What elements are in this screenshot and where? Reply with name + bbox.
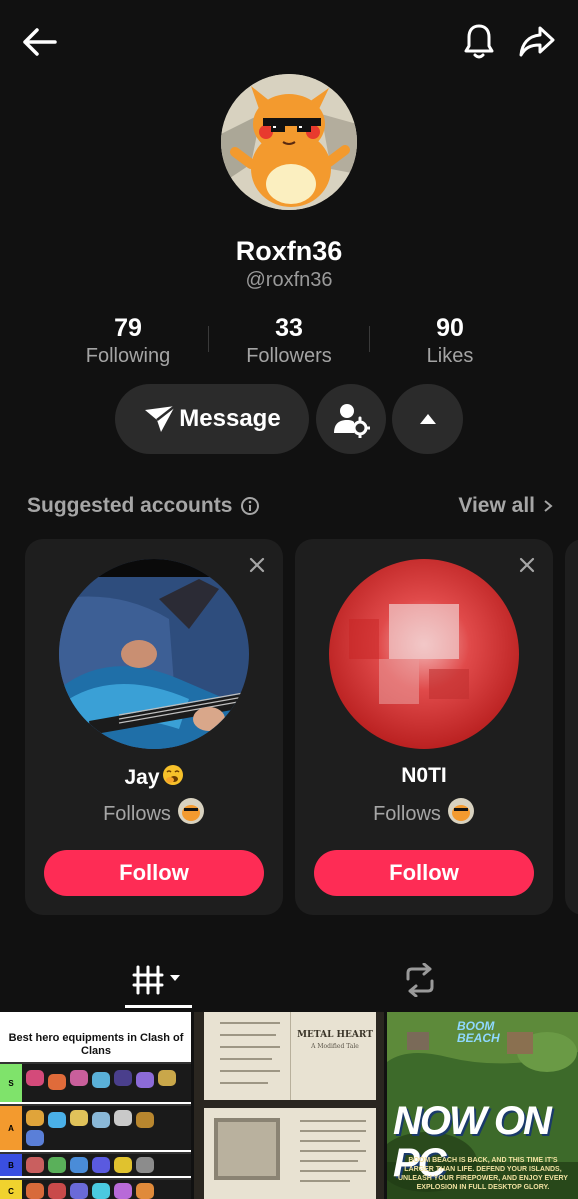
suggested-name: Jay xyxy=(25,764,283,792)
video-thumbnail[interactable]: Best hero equipments in Clash of Clans S… xyxy=(0,1012,191,1199)
username-handle: @roxfn36 xyxy=(245,269,333,291)
thumbnail-title: Best hero equipments in Clash of Clans xyxy=(8,1032,184,1057)
active-tab-indicator xyxy=(125,1005,192,1008)
document-page: METAL HEART A Modified Tale xyxy=(204,1012,376,1100)
likes-label: Likes xyxy=(426,345,474,367)
document-heading: METAL HEART xyxy=(297,1030,373,1040)
avatar-image xyxy=(221,74,357,210)
game-logo-line: BEACH xyxy=(457,1031,500,1045)
tier-label: S xyxy=(0,1064,22,1102)
tier-row: A xyxy=(0,1104,191,1150)
view-all-label: View all xyxy=(458,494,535,517)
bell-icon xyxy=(464,24,494,59)
notification-bell-button[interactable] xyxy=(455,18,503,64)
follow-settings-button[interactable] xyxy=(316,384,386,454)
expand-suggestions-button[interactable] xyxy=(392,384,463,454)
followers-stat[interactable]: 33 Followers xyxy=(209,313,369,369)
back-button[interactable] xyxy=(14,20,64,64)
video-thumbnail[interactable]: BOOM BEACH NOW ON PC BOOM BEACH IS BACK,… xyxy=(387,1012,578,1199)
send-icon xyxy=(145,405,177,432)
tier-label: B xyxy=(0,1154,22,1176)
follows-you-label: Follows xyxy=(295,797,553,831)
message-label: Message xyxy=(179,405,281,432)
share-arrow-icon xyxy=(519,26,555,57)
info-icon[interactable] xyxy=(240,496,260,516)
suggested-accounts-title: Suggested accounts xyxy=(27,494,233,517)
tab-reposts[interactable] xyxy=(392,955,448,1005)
suggested-name-text: Jay xyxy=(124,766,160,789)
caret-up-icon xyxy=(419,414,436,424)
follow-button[interactable]: Follow xyxy=(44,850,264,896)
avatar-image xyxy=(59,559,249,749)
likes-stat[interactable]: 90 Likes xyxy=(370,313,530,369)
suggested-avatar[interactable] xyxy=(59,559,249,749)
following-label: Following xyxy=(85,345,171,367)
grid-icon xyxy=(132,965,180,995)
tier-row: B xyxy=(0,1152,191,1176)
share-button[interactable] xyxy=(511,18,563,64)
tier-label: C xyxy=(0,1180,22,1199)
suggested-avatar[interactable] xyxy=(329,559,519,749)
profile-avatar[interactable] xyxy=(221,74,357,210)
suggested-name: N0TI xyxy=(295,764,553,788)
dismiss-button[interactable] xyxy=(515,553,539,577)
follows-text: Follows xyxy=(373,802,441,825)
yawning-face-emoji-icon xyxy=(162,764,184,792)
mutual-avatar-icon xyxy=(447,797,475,831)
chevron-right-icon xyxy=(544,500,553,512)
display-name: Roxfn36 xyxy=(235,236,343,266)
suggested-name-text: N0TI xyxy=(401,764,447,787)
tier-label: A xyxy=(0,1106,22,1150)
close-icon xyxy=(249,557,265,573)
follow-button[interactable]: Follow xyxy=(314,850,534,896)
video-thumbnail[interactable]: METAL HEART A Modified Tale xyxy=(194,1012,384,1199)
game-caption: BOOM BEACH IS BACK, AND THIS TIME IT'S L… xyxy=(398,1157,568,1191)
likes-count: 90 xyxy=(436,314,464,342)
suggested-account-card[interactable]: Jay Follows Follow xyxy=(25,539,283,915)
user-settings-icon xyxy=(334,404,370,438)
suggested-account-card[interactable]: N0TI Follows Follow xyxy=(295,539,553,915)
document-page xyxy=(204,1108,376,1199)
followers-count: 33 xyxy=(275,314,303,342)
dismiss-button[interactable] xyxy=(245,553,269,577)
tab-videos[interactable] xyxy=(128,955,192,1005)
message-button[interactable]: Message xyxy=(115,384,309,454)
followers-label: Followers xyxy=(246,345,332,367)
tier-row: S xyxy=(0,1062,191,1102)
suggested-accounts-header: Suggested accounts xyxy=(27,494,260,518)
view-all-link[interactable]: View all xyxy=(458,494,553,518)
arrow-left-icon xyxy=(23,28,57,56)
document-subheading: A Modified Tale xyxy=(311,1043,359,1050)
close-icon xyxy=(519,557,535,573)
following-stat[interactable]: 79 Following xyxy=(48,313,208,369)
follows-you-label: Follows xyxy=(25,797,283,831)
following-count: 79 xyxy=(114,314,142,342)
tier-row: C xyxy=(0,1178,191,1199)
suggested-account-card-peek[interactable] xyxy=(565,539,578,915)
blurred-avatar-image xyxy=(329,559,519,749)
follows-text: Follows xyxy=(103,802,171,825)
mutual-avatar-icon xyxy=(177,797,205,831)
repost-icon xyxy=(406,963,434,997)
